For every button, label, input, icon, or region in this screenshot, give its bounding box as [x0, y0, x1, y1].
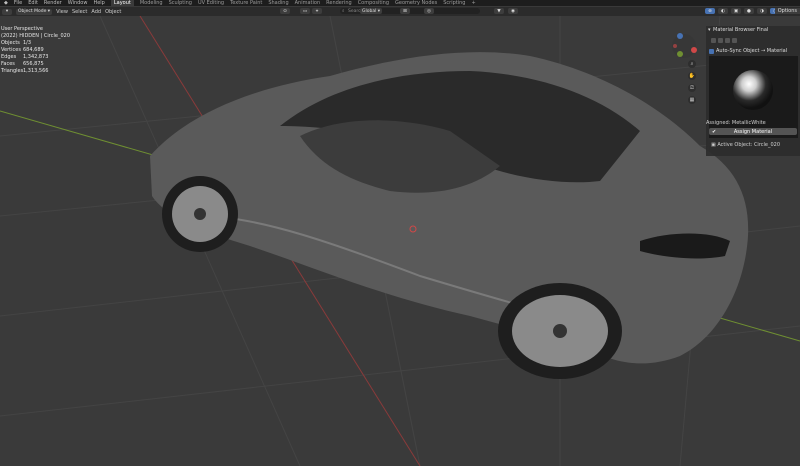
- tab-modeling[interactable]: Modeling: [140, 0, 163, 6]
- preview-sphere-icon: [733, 70, 773, 110]
- stat-row: Edges 1,342,873: [1, 54, 70, 61]
- tab-rendering[interactable]: Rendering: [326, 0, 352, 6]
- refresh-icon[interactable]: [718, 38, 723, 43]
- collapse-chevron-icon[interactable]: ▾: [708, 27, 711, 33]
- xray-toggle[interactable]: ▣: [731, 8, 741, 14]
- menu-window[interactable]: Window: [68, 0, 88, 6]
- tab-animation[interactable]: Animation: [295, 0, 321, 6]
- check-icon: ✔: [712, 128, 717, 135]
- view-name: User Perspective: [1, 26, 43, 32]
- menu-add[interactable]: Add: [91, 9, 101, 15]
- stat-label: Edges: [1, 54, 17, 60]
- mode-label: Object Mode: [18, 9, 47, 14]
- shading-material-icon[interactable]: ◑: [757, 8, 767, 14]
- menu-file[interactable]: File: [14, 0, 22, 6]
- stat-value: 656,875: [23, 61, 44, 67]
- tab-shading[interactable]: Shading: [268, 0, 288, 6]
- tab-scripting[interactable]: Scripting: [443, 0, 465, 6]
- stat-label: Faces: [1, 61, 15, 67]
- viewport-header: ▾ Object Mode ▾ View Select Add Object ⊙…: [0, 7, 800, 16]
- select-tool-icon[interactable]: ▭: [300, 8, 310, 14]
- orientation-selector[interactable]: Global ▾: [360, 8, 383, 14]
- panel-title: Material Browser Final: [713, 27, 769, 33]
- search-icon: ⌕: [342, 9, 345, 14]
- overlays-toggle[interactable]: ◐: [718, 8, 728, 14]
- tab-sculpting[interactable]: Sculpting: [169, 0, 192, 6]
- tab-compositing[interactable]: Compositing: [358, 0, 389, 6]
- stat-value: 684,689: [23, 47, 44, 53]
- filter-icon[interactable]: ▼: [494, 8, 504, 14]
- object-icon: ▣: [711, 142, 716, 148]
- tab-texture-paint[interactable]: Texture Paint: [230, 0, 262, 6]
- viewport-canvas: [0, 16, 800, 466]
- viewport-stats-overlay: User Perspective (2022) HIDDEN | Circle_…: [1, 26, 70, 75]
- viewport-nav-buttons: ⌕ ✋ ⎚ ▦: [688, 60, 696, 104]
- stat-label: Triangles: [1, 68, 24, 74]
- stat-value: 1,313,566: [23, 68, 49, 74]
- auto-sync-checkbox[interactable]: [709, 48, 714, 54]
- stat-value: 1/3: [23, 40, 32, 46]
- tab-geometry-nodes[interactable]: Geometry Nodes: [395, 0, 437, 6]
- tab-layout[interactable]: Layout: [110, 0, 134, 6]
- assign-button-label: Assign Material: [733, 128, 773, 135]
- menu-select[interactable]: Select: [72, 9, 87, 15]
- menu-edit[interactable]: Edit: [28, 0, 38, 6]
- options-button[interactable]: Options: [774, 8, 800, 14]
- menu-help[interactable]: Help: [93, 0, 104, 6]
- auto-sync-label: Auto-Sync Object → Material: [716, 48, 788, 54]
- blender-logo-icon[interactable]: ◆: [4, 0, 8, 6]
- shading-solid-icon[interactable]: ●: [744, 8, 754, 14]
- delete-icon[interactable]: [732, 38, 737, 43]
- cursor-tool-icon[interactable]: ⌖: [312, 8, 322, 14]
- stat-row: Vertices 684,689: [1, 47, 70, 54]
- active-object-text: Active Object: Circle_020: [717, 142, 781, 148]
- copy-icon[interactable]: [725, 38, 730, 43]
- stat-value: 1,342,873: [23, 54, 49, 60]
- active-object-label: ▣ Active Object: Circle_020: [711, 142, 780, 148]
- material-browser-panel: ▾ Material Browser Final Auto-Sync Objec…: [706, 26, 800, 156]
- stat-row: Faces 656,875: [1, 61, 70, 68]
- pan-hand-icon[interactable]: ✋: [688, 72, 696, 80]
- auto-sync-toggle[interactable]: Auto-Sync Object → Material: [709, 48, 787, 54]
- orientation-label: Global: [362, 8, 377, 14]
- visibility-icon[interactable]: ◉: [508, 8, 518, 14]
- grid-perspective-icon[interactable]: ▦: [688, 96, 696, 104]
- snap-icon[interactable]: ⊞: [400, 8, 410, 14]
- navigation-gizmo[interactable]: [672, 33, 697, 58]
- viewport-gizmo-toggle[interactable]: ⊕: [705, 8, 715, 14]
- add-icon[interactable]: [711, 38, 716, 43]
- stat-label: Objects: [1, 40, 20, 46]
- assigned-material-label: Assigned: MetallicWhite: [706, 120, 766, 126]
- top-bar: ◆ File Edit Render Window Help Layout Mo…: [0, 0, 800, 6]
- add-workspace-icon[interactable]: +: [471, 0, 475, 6]
- panel-tools: [711, 38, 737, 43]
- camera-icon[interactable]: ⎚: [688, 84, 696, 92]
- mode-selector[interactable]: Object Mode ▾: [16, 8, 53, 15]
- assign-material-button[interactable]: ✔ Assign Material: [709, 128, 797, 135]
- menu-object[interactable]: Object: [105, 9, 121, 15]
- stat-label: Vertices: [1, 47, 21, 53]
- 3d-viewport[interactable]: User Perspective (2022) HIDDEN | Circle_…: [0, 16, 800, 466]
- stat-row: Objects 1/3: [1, 40, 70, 47]
- transform-pivot-icon[interactable]: ⊙: [280, 8, 290, 14]
- menu-view[interactable]: View: [56, 9, 68, 15]
- zoom-icon[interactable]: ⌕: [688, 60, 696, 68]
- tab-uv-editing[interactable]: UV Editing: [198, 0, 224, 6]
- collection-line: (2022) HIDDEN | Circle_020: [1, 33, 70, 39]
- editor-type-icon[interactable]: ▾: [2, 8, 12, 15]
- menu-render[interactable]: Render: [44, 0, 62, 6]
- proportional-edit-icon[interactable]: ◎: [424, 8, 434, 14]
- stat-row: Triangles 1,313,566: [1, 68, 70, 75]
